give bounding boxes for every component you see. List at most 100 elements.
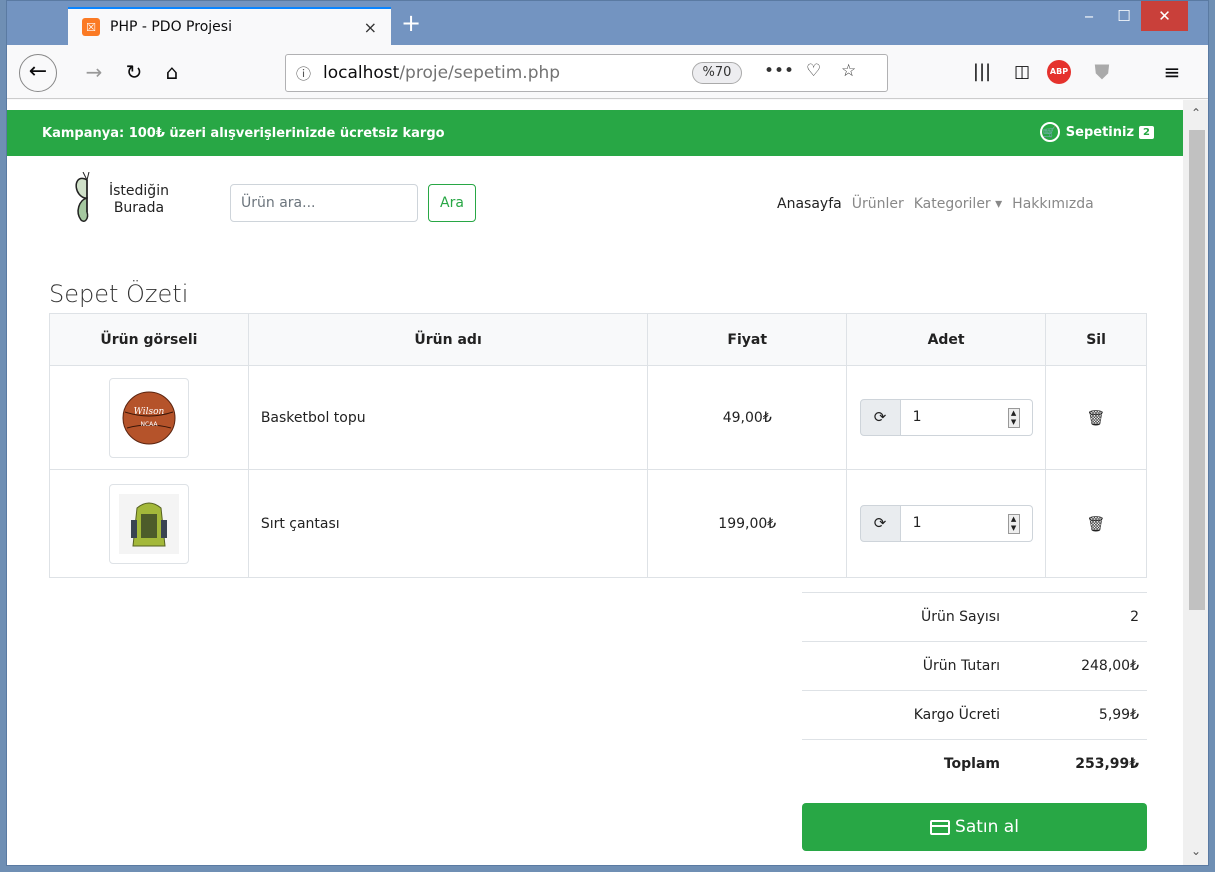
qty-cell: ⟳ 1 ▲ ▼ [846, 365, 1047, 470]
table-header-row: Ürün görseli Ürün adı Fiyat Adet Sil [49, 313, 1147, 366]
table-row: Sırt çantası 199,00₺ ⟳ 1 ▲ ▼ 🗑 [49, 469, 1147, 578]
maximize-button[interactable]: ☐ [1107, 1, 1141, 31]
table-row: Wilson NCAA Basketbol topu 49,00₺ ⟳ 1 ▲ ▼ … [49, 365, 1147, 470]
basketball-icon: Wilson NCAA [122, 391, 176, 444]
shield-icon[interactable]: ⛊ [1087, 57, 1117, 87]
menu-item-products[interactable]: Ürünler [852, 196, 904, 212]
tab-title: PHP - PDO Projesi [110, 19, 232, 35]
adblock-icon[interactable]: ABP [1047, 60, 1071, 84]
delete-cell: 🗑 [1045, 469, 1147, 578]
refresh-qty-button[interactable]: ⟳ [859, 399, 901, 436]
web-page: Kampanya: 100₺ üzeri alışverişlerinizde … [7, 100, 1183, 865]
product-name: Basketbol topu [247, 365, 649, 470]
cart-count-badge: 2 [1139, 125, 1154, 139]
count-value: 2 [1130, 609, 1139, 625]
header-image: Ürün görseli [49, 313, 249, 366]
trash-icon[interactable]: 🗑 [1087, 515, 1106, 533]
quantity-value: 1 [912, 515, 922, 531]
logo-line2: Burada [113, 200, 165, 216]
qty-cell: ⟳ 1 ▲ ▼ [846, 469, 1047, 578]
library-icon[interactable]: ||| [967, 57, 997, 87]
info-icon[interactable]: ⓘ [296, 63, 311, 84]
home-icon[interactable]: ⌂ [157, 57, 187, 87]
total-label: Toplam [943, 756, 1000, 772]
zoom-level[interactable]: %70 [692, 62, 742, 84]
search-input[interactable]: Ürün ara... [230, 184, 418, 222]
butterfly-logo-icon [75, 172, 90, 223]
total-value: 253,99₺ [1075, 756, 1139, 772]
delete-cell: 🗑 [1045, 365, 1147, 470]
xampp-favicon-icon: ☒ [82, 18, 100, 36]
backpack-icon [118, 493, 179, 554]
logo-text: İstediğin Burada [109, 183, 169, 217]
subtotal-label: Ürün Tutarı [922, 658, 1000, 674]
shipping-label: Kargo Ücreti [913, 707, 1000, 723]
totals-row: Ürün Sayısı 2 [802, 592, 1147, 641]
menu-item-categories[interactable]: Kategoriler ▾ [914, 196, 1002, 212]
count-label: Ürün Sayısı [920, 609, 1000, 625]
header-name: Ürün adı [247, 313, 649, 366]
buy-button-label: Satın al [955, 817, 1019, 837]
browser-window: ☒ PHP - PDO Projesi × + ‒ ☐ ✕ ← → ↻ ⌂ ⓘ … [6, 0, 1209, 866]
vertical-scrollbar[interactable]: ⌃ ⌄ [1183, 100, 1208, 865]
product-thumbnail[interactable] [108, 483, 189, 564]
subtotal-value: 248,00₺ [1081, 658, 1139, 674]
page-title: Sepet Özeti [49, 280, 189, 308]
header-delete: Sil [1045, 313, 1147, 366]
url-path: /proje/sepetim.php [399, 63, 561, 83]
scroll-up-icon[interactable]: ⌃ [1191, 106, 1201, 120]
totals-row: Toplam 253,99₺ [802, 739, 1147, 788]
spinner-icon[interactable]: ▲ ▼ [1007, 408, 1020, 428]
logo-line1: İstediğin [109, 183, 169, 199]
pocket-icon[interactable]: ♡ [806, 61, 821, 81]
product-image-cell: Wilson NCAA [49, 365, 249, 470]
campaign-text: Kampanya: 100₺ üzeri alışverişlerinizde … [42, 125, 445, 141]
svg-text:Wilson: Wilson [134, 407, 165, 417]
shipping-value: 5,99₺ [1098, 707, 1139, 723]
cart-link[interactable]: 🛒 Sepetiniz 2 [1039, 122, 1154, 142]
menu-icon[interactable]: ≡ [1157, 57, 1187, 87]
scroll-down-icon[interactable]: ⌄ [1191, 844, 1201, 858]
menu-item-about[interactable]: Hakkımızda [1012, 196, 1094, 212]
quantity-input[interactable]: 1 ▲ ▼ [900, 399, 1033, 436]
close-window-button[interactable]: ✕ [1141, 1, 1188, 31]
url-host: localhost [323, 63, 400, 83]
totals-row: Ürün Tutarı 248,00₺ [802, 641, 1147, 690]
svg-text:NCAA: NCAA [140, 421, 158, 428]
header-price: Fiyat [647, 313, 848, 366]
forward-icon[interactable]: → [79, 57, 109, 87]
spinner-icon[interactable]: ▲ ▼ [1007, 514, 1020, 534]
reload-icon[interactable]: ↻ [119, 57, 149, 87]
search-button[interactable]: Ara [428, 184, 476, 222]
trash-icon[interactable]: 🗑 [1087, 409, 1106, 427]
product-thumbnail[interactable]: Wilson NCAA [108, 377, 189, 458]
navigation-toolbar: ← → ↻ ⌂ ⓘ localhost/proje/sepetim.php %7… [7, 45, 1208, 99]
header-qty: Adet [846, 313, 1047, 366]
site-logo[interactable]: İstediğin Burada [73, 172, 169, 228]
bookmark-star-icon[interactable]: ☆ [841, 61, 856, 81]
title-bar: ☒ PHP - PDO Projesi × + ‒ ☐ ✕ [7, 1, 1208, 45]
totals-table: Ürün Sayısı 2 Ürün Tutarı 248,00₺ Kargo … [802, 592, 1147, 788]
quantity-value: 1 [912, 409, 922, 425]
credit-card-icon [930, 819, 951, 835]
campaign-banner: Kampanya: 100₺ üzeri alışverişlerinizde … [7, 110, 1183, 156]
scrollbar-thumb[interactable] [1189, 130, 1205, 610]
quantity-input[interactable]: 1 ▲ ▼ [900, 505, 1033, 542]
tab-close-icon[interactable]: × [364, 18, 377, 37]
minimize-button[interactable]: ‒ [1072, 1, 1106, 31]
product-price: 49,00₺ [647, 365, 848, 470]
more-icon[interactable]: ••• [764, 61, 794, 81]
url-bar[interactable]: ⓘ localhost/proje/sepetim.php %70 ••• ♡ … [285, 54, 888, 92]
product-price: 199,00₺ [647, 469, 848, 578]
cart-icon: 🛒 [1039, 122, 1060, 142]
product-name: Sırt çantası [247, 469, 649, 578]
sidebar-icon[interactable]: ◫ [1007, 57, 1037, 87]
menu-item-home[interactable]: Anasayfa [777, 196, 842, 212]
cart-link-label: Sepetiniz [1065, 124, 1135, 140]
refresh-qty-button[interactable]: ⟳ [859, 505, 901, 542]
new-tab-button[interactable]: + [401, 11, 421, 35]
main-menu: Anasayfa Ürünler Kategoriler ▾ Hakkımızd… [777, 196, 1094, 212]
browser-tab[interactable]: ☒ PHP - PDO Projesi × [68, 7, 391, 45]
buy-button[interactable]: Satın al [802, 803, 1147, 851]
back-icon[interactable]: ← [19, 54, 57, 92]
